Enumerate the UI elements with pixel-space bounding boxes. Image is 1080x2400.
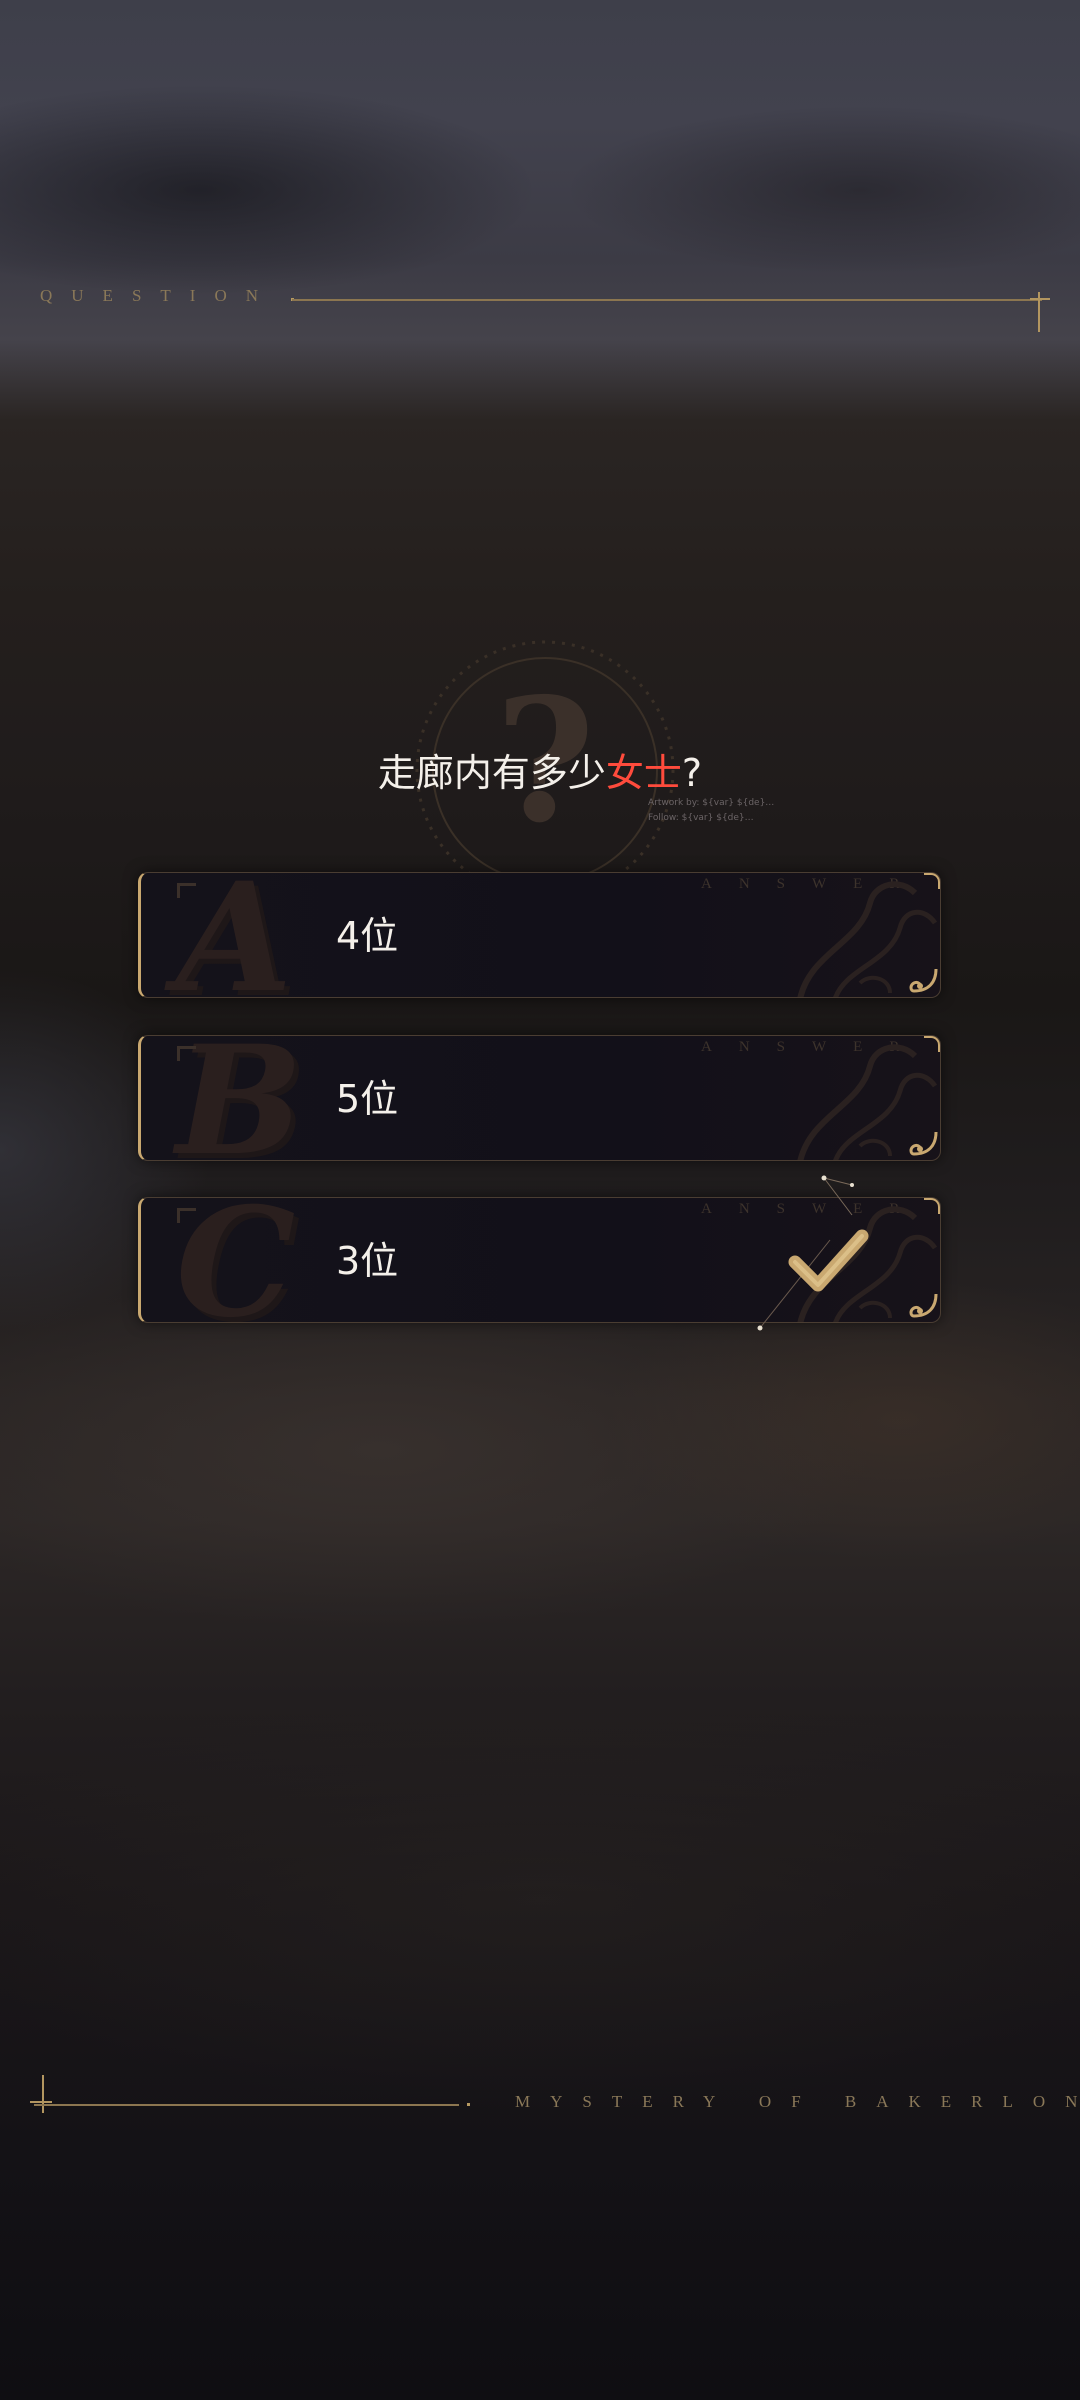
option-bracket xyxy=(177,1046,196,1061)
header-divider-line xyxy=(292,299,1042,301)
option-label: 5位 xyxy=(336,1077,399,1121)
option-bracket xyxy=(177,1208,196,1223)
corner-accent xyxy=(924,873,940,889)
question-header-label: QUESTION xyxy=(40,286,277,305)
header-corner-tick-h xyxy=(1030,298,1050,300)
answer-option-b[interactable]: B 5位 ANSWER xyxy=(138,1035,941,1161)
check-mark-icon xyxy=(757,1175,869,1331)
footer-line-dot xyxy=(467,2103,470,2106)
option-label: 4位 xyxy=(336,914,399,958)
scroll-ornament-icon xyxy=(909,968,938,993)
scroll-ornament-icon xyxy=(909,1131,938,1156)
question-highlight: 女士 xyxy=(605,751,682,795)
footer-corner-tick xyxy=(42,2075,44,2113)
emblem-credit-line1: Artwork by: ${var} ${de}… xyxy=(648,798,775,808)
corner-accent xyxy=(924,1036,940,1052)
corner-accent xyxy=(924,1198,940,1214)
scroll-ornament-icon xyxy=(909,1293,938,1318)
emblem-credit-line2: Follow: ${var} ${de}… xyxy=(648,813,754,823)
game-brand-label: MYSTERY OF BAKERLON xyxy=(515,2092,1080,2111)
footer-corner-tick-h xyxy=(30,2101,52,2103)
option-label: 3位 xyxy=(336,1239,399,1283)
answer-option-a[interactable]: A 4位 ANSWER xyxy=(138,872,941,998)
question-prefix: 走廊内有多少 xyxy=(377,751,606,795)
footer-divider-line xyxy=(34,2104,459,2106)
question-suffix: ? xyxy=(681,751,703,795)
question-text: 走廊内有多少女士? xyxy=(0,742,1080,797)
option-bracket xyxy=(177,883,196,898)
